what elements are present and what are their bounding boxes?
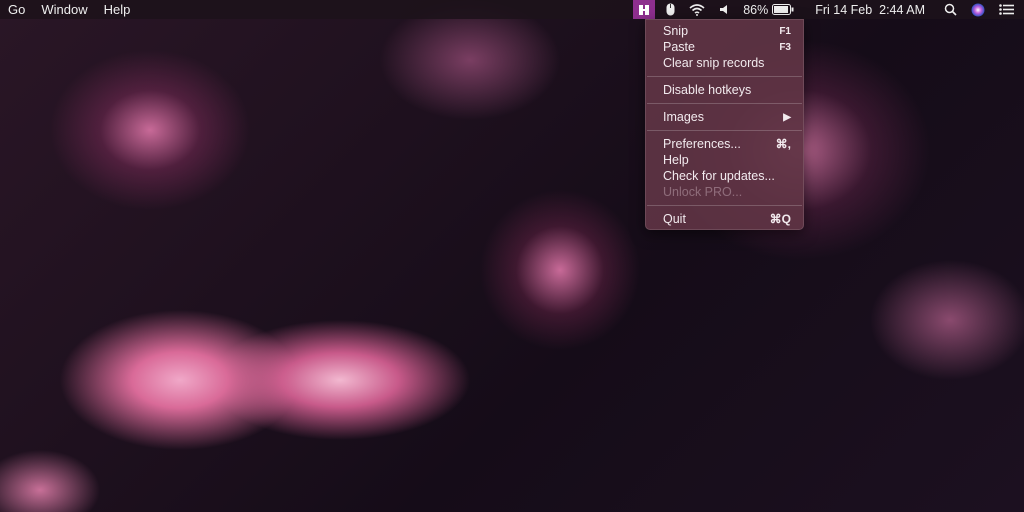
label: Disable hotkeys [663,83,752,97]
battery-percent: 86% [743,2,769,17]
battery-status[interactable]: 86% [743,3,794,17]
shortcut: F1 [779,25,791,37]
menu-item-unlock-pro: Unlock PRO... [646,184,803,200]
snip-dropdown-menu: Snip F1 Paste F3 Clear snip records Disabl… [645,19,804,230]
siri-icon[interactable] [971,3,985,17]
shortcut: ⌘, [775,137,791,151]
battery-icon [772,4,794,15]
spotlight-search-icon[interactable] [944,3,957,16]
separator [647,130,802,131]
label: Snip [663,24,689,38]
menu-item-check-for-updates[interactable]: Check for updates... [646,168,803,184]
label: Quit [663,212,686,226]
separator [647,76,802,77]
menu-item-quit[interactable]: Quit ⌘Q [646,211,803,227]
menu-item-preferences[interactable]: Preferences... ⌘, [646,136,803,152]
menu-item-snip[interactable]: Snip F1 [646,23,803,39]
menu-go[interactable]: Go [0,0,33,19]
volume-icon[interactable] [719,4,729,15]
mouse-icon[interactable] [666,3,675,16]
menu-item-clear-snip-records[interactable]: Clear snip records [646,55,803,71]
menu-window[interactable]: Window [33,0,95,19]
menu-bar: Go Window Help 86% Fri 14 Feb 2:44 AM [0,0,1024,19]
menu-help[interactable]: Help [96,0,139,19]
menu-item-help[interactable]: Help [646,152,803,168]
notification-center-icon[interactable] [999,4,1014,15]
desktop-wallpaper [0,0,1024,512]
menu-item-images[interactable]: Images ▶ [646,109,803,125]
separator [647,205,802,206]
label: Unlock PRO... [663,185,743,199]
label: Check for updates... [663,169,775,183]
wifi-icon[interactable] [689,3,705,16]
label: Paste [663,40,695,54]
label: Clear snip records [663,56,765,70]
menu-item-disable-hotkeys[interactable]: Disable hotkeys [646,82,803,98]
shortcut: F3 [779,41,791,53]
label: Images [663,110,704,124]
separator [647,103,802,104]
snip-app-icon[interactable] [633,0,656,19]
label: Preferences... [663,137,741,151]
shortcut: ⌘Q [769,212,791,226]
menu-item-paste[interactable]: Paste F3 [646,39,803,55]
submenu-arrow-icon: ▶ [783,111,791,123]
label: Help [663,153,689,167]
clock[interactable]: Fri 14 Feb 2:44 AM [815,3,925,17]
